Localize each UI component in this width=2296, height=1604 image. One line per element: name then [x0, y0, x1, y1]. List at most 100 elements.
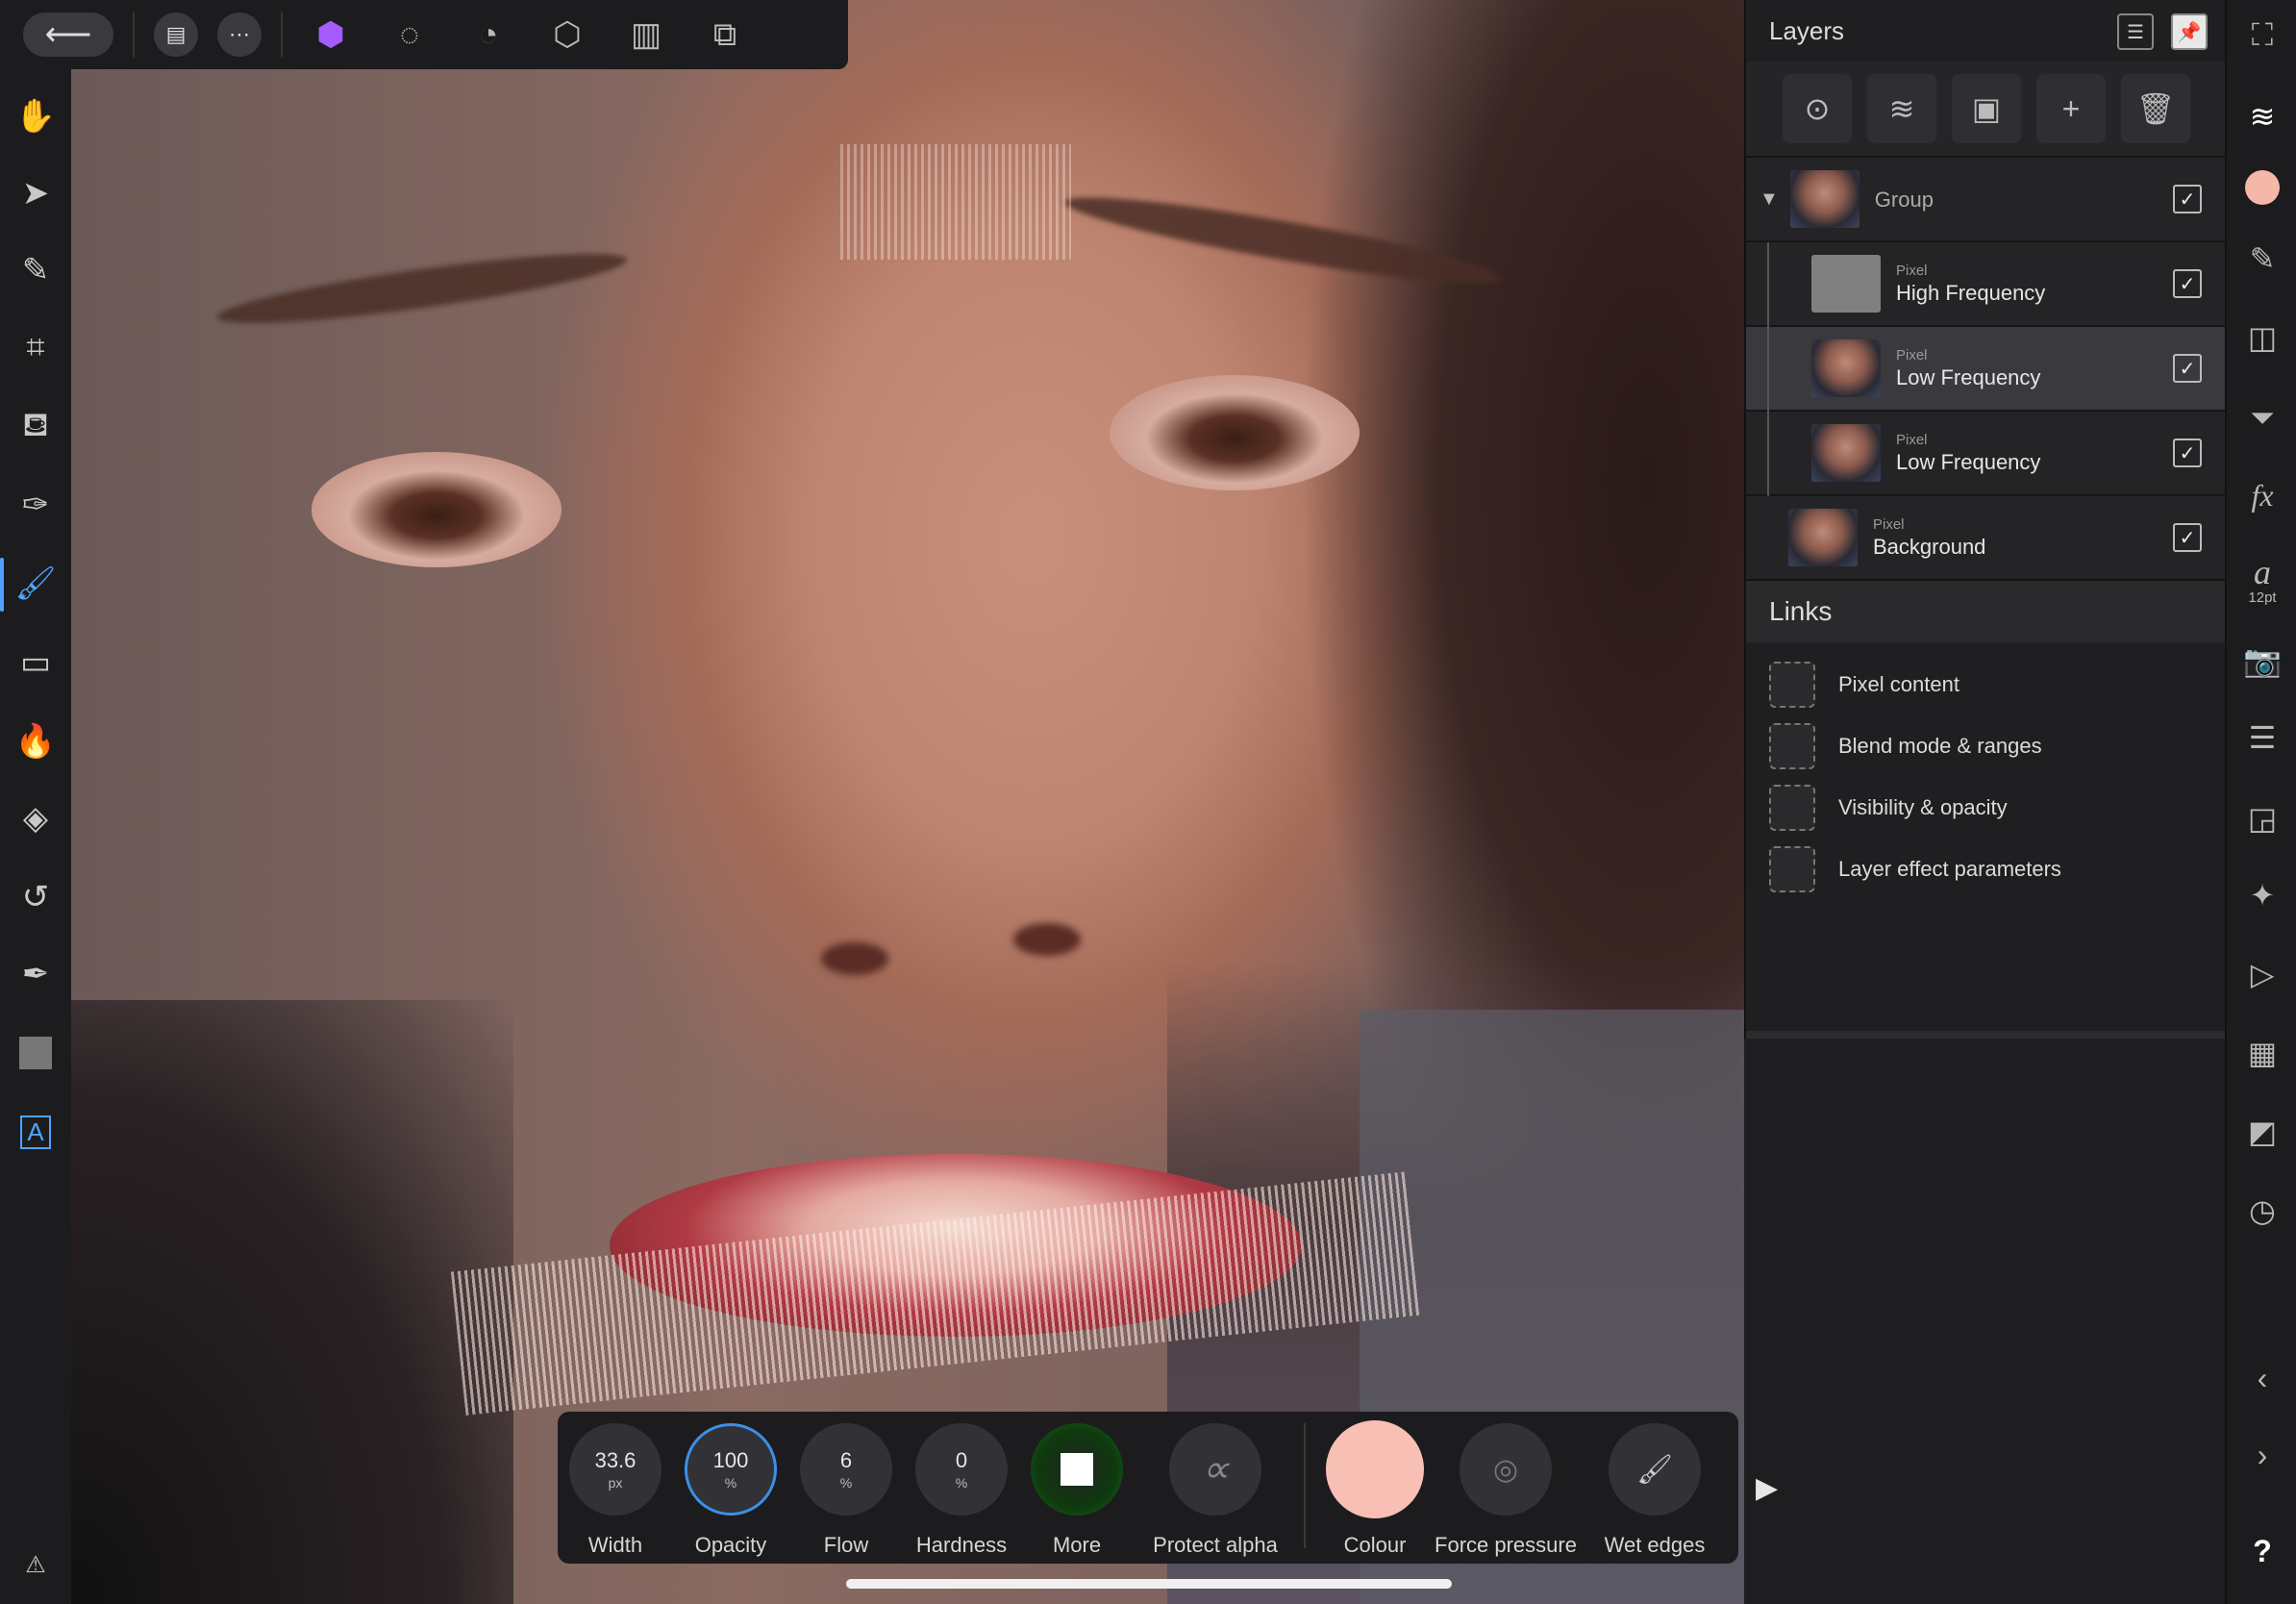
- layer-options-button[interactable]: ⊙: [1783, 74, 1852, 143]
- colour-swatch-button[interactable]: [1326, 1420, 1424, 1518]
- sliders-studio-button[interactable]: ☰: [2238, 714, 2286, 762]
- width-dial[interactable]: 33.6 px: [569, 1423, 661, 1516]
- flow-control[interactable]: 6 % Flow: [798, 1412, 894, 1564]
- width-control[interactable]: 33.6 px Width: [567, 1412, 663, 1564]
- layers-studio-button[interactable]: ≋: [2238, 92, 2286, 140]
- back-button[interactable]: ⟵: [23, 13, 113, 57]
- link-item-pixel-content[interactable]: Pixel content: [1746, 654, 2225, 715]
- macro-studio-button[interactable]: ▷: [2238, 950, 2286, 998]
- document-button[interactable]: ▤: [154, 13, 198, 57]
- hardness-label: Hardness: [915, 1533, 1008, 1557]
- help-button[interactable]: ?: [2238, 1527, 2286, 1575]
- camera-icon: 📷: [2243, 643, 2282, 678]
- wet-edges-control[interactable]: 🖌 Wet edges: [1592, 1412, 1717, 1564]
- erase-tool[interactable]: ▭: [12, 639, 60, 687]
- fullscreen-button[interactable]: ⛶: [2238, 12, 2286, 60]
- filters-studio-button[interactable]: ⏷: [2238, 394, 2286, 442]
- photo-persona-button[interactable]: ⬢: [302, 6, 360, 63]
- develop-persona-button[interactable]: ◔: [460, 6, 517, 63]
- crop-tool[interactable]: ⌗: [12, 323, 60, 371]
- flood-fill-tool[interactable]: ⛾: [12, 404, 60, 452]
- filter-icon: ⏷: [2250, 400, 2275, 435]
- snapshots-studio-button[interactable]: 📷: [2238, 637, 2286, 685]
- add-layer-button[interactable]: +: [2036, 74, 2106, 143]
- layer-row-high-frequency[interactable]: Pixel High Frequency ✓: [1746, 242, 2225, 327]
- canvas[interactable]: [71, 0, 1744, 1604]
- collapse-left-button[interactable]: ‹: [2238, 1354, 2286, 1402]
- flow-dial[interactable]: 6 %: [800, 1423, 892, 1516]
- history-studio-button[interactable]: ◷: [2238, 1187, 2286, 1235]
- share-button[interactable]: ⧉: [696, 6, 754, 63]
- transform-studio-button[interactable]: ◲: [2238, 794, 2286, 842]
- export-persona-button[interactable]: ▥: [617, 6, 675, 63]
- link-item-layer-effect[interactable]: Layer effect parameters: [1746, 839, 2225, 900]
- link-toggle[interactable]: [1769, 785, 1815, 831]
- wet-edges-button[interactable]: 🖌: [1609, 1423, 1701, 1516]
- opacity-label: Opacity: [694, 1533, 767, 1557]
- collapse-triangle-icon[interactable]: ▼: [1759, 188, 1779, 211]
- hardness-dial[interactable]: 0 %: [915, 1423, 1008, 1516]
- channels-studio-button[interactable]: ▦: [2238, 1029, 2286, 1077]
- text-studio-button[interactable]: a 12pt: [2238, 546, 2286, 614]
- play-icon: ▷: [2250, 957, 2275, 991]
- link-toggle[interactable]: [1769, 723, 1815, 769]
- navigator-studio-button[interactable]: ✦: [2238, 871, 2286, 919]
- liquify-persona-button[interactable]: ◌: [381, 6, 438, 63]
- hand-tool[interactable]: ✋: [12, 92, 60, 140]
- layer-visibility-checkbox[interactable]: ✓: [2173, 439, 2202, 467]
- collapse-right-button[interactable]: ›: [2238, 1431, 2286, 1479]
- move-tool[interactable]: ➤: [12, 169, 60, 217]
- force-pressure-button[interactable]: ◎: [1460, 1423, 1552, 1516]
- fx-studio-button[interactable]: fx: [2238, 471, 2286, 519]
- selection-brush-tool[interactable]: ✑: [12, 481, 60, 529]
- layer-visibility-checkbox[interactable]: ✓: [2173, 523, 2202, 552]
- histogram-studio-button[interactable]: ◩: [2238, 1108, 2286, 1156]
- pin-panel-button[interactable]: 📌: [2171, 13, 2208, 50]
- assistant-button[interactable]: ⚠: [12, 1541, 60, 1589]
- colour-studio-button[interactable]: [2238, 163, 2286, 212]
- brushes-studio-button[interactable]: ✎: [2238, 235, 2286, 283]
- protect-alpha-control[interactable]: ∝ Protect alpha: [1148, 1412, 1283, 1564]
- layer-row-low-frequency[interactable]: Pixel Low Frequency ✓: [1746, 412, 2225, 496]
- layer-row-group[interactable]: ▼ Group ✓: [1746, 158, 2225, 242]
- protect-alpha-button[interactable]: ∝: [1169, 1423, 1261, 1516]
- adjustments-studio-button[interactable]: ◫: [2238, 313, 2286, 362]
- opacity-dial[interactable]: 100 %: [685, 1423, 777, 1516]
- hardness-control[interactable]: 0 % Hardness: [906, 1412, 1017, 1564]
- paint-brush-tool[interactable]: 🖌: [12, 560, 60, 608]
- home-indicator[interactable]: [846, 1579, 1452, 1589]
- selection-brush-icon: ✑: [21, 487, 50, 523]
- delete-layer-button[interactable]: 🗑: [2121, 74, 2190, 143]
- more-label: More: [1052, 1533, 1102, 1557]
- link-toggle[interactable]: [1769, 846, 1815, 892]
- colour-control[interactable]: Colour: [1317, 1412, 1433, 1564]
- link-toggle[interactable]: [1769, 662, 1815, 708]
- tone-mapping-persona-button[interactable]: ⬡: [538, 6, 596, 63]
- more-button[interactable]: ⋯: [217, 13, 262, 57]
- layers-panel: Layers ☰ 📌 ⊙ ≋ ▣ + 🗑 ▼ Group ✓ Pixel Hig…: [1744, 0, 2227, 1039]
- dodge-burn-tool[interactable]: 🔥: [12, 717, 60, 765]
- text-tool[interactable]: A: [12, 1108, 60, 1156]
- panel-scrollbar[interactable]: [1746, 1031, 2227, 1039]
- layer-row-low-frequency-selected[interactable]: Pixel Low Frequency ✓: [1746, 327, 2225, 412]
- force-pressure-control[interactable]: ◎ Force pressure: [1429, 1412, 1583, 1564]
- panel-menu-button[interactable]: ☰: [2117, 13, 2154, 50]
- color-picker-tool[interactable]: ✎: [12, 246, 60, 294]
- layer-visibility-checkbox[interactable]: ✓: [2173, 185, 2202, 213]
- layer-visibility-checkbox[interactable]: ✓: [2173, 269, 2202, 298]
- more-control[interactable]: More: [1029, 1412, 1125, 1564]
- link-item-visibility-opacity[interactable]: Visibility & opacity: [1746, 777, 2225, 839]
- link-item-blend-mode[interactable]: Blend mode & ranges: [1746, 715, 2225, 777]
- layer-row-background[interactable]: Pixel Background ✓: [1746, 496, 2225, 581]
- layer-stack-button[interactable]: ≋: [1867, 74, 1936, 143]
- opacity-control[interactable]: 100 % Opacity: [683, 1412, 779, 1564]
- brush-preview-button[interactable]: [1031, 1423, 1123, 1516]
- healing-tool[interactable]: ◈: [12, 794, 60, 842]
- pen-tool[interactable]: ✒: [12, 950, 60, 998]
- links-panel-header: Links: [1746, 581, 2225, 642]
- rectangle-tool[interactable]: [12, 1029, 60, 1077]
- clone-tool[interactable]: ↺: [12, 873, 60, 921]
- layer-visibility-checkbox[interactable]: ✓: [2173, 354, 2202, 383]
- toolbar-expand-button[interactable]: ▶: [1756, 1471, 1778, 1505]
- mask-button[interactable]: ▣: [1952, 74, 2021, 143]
